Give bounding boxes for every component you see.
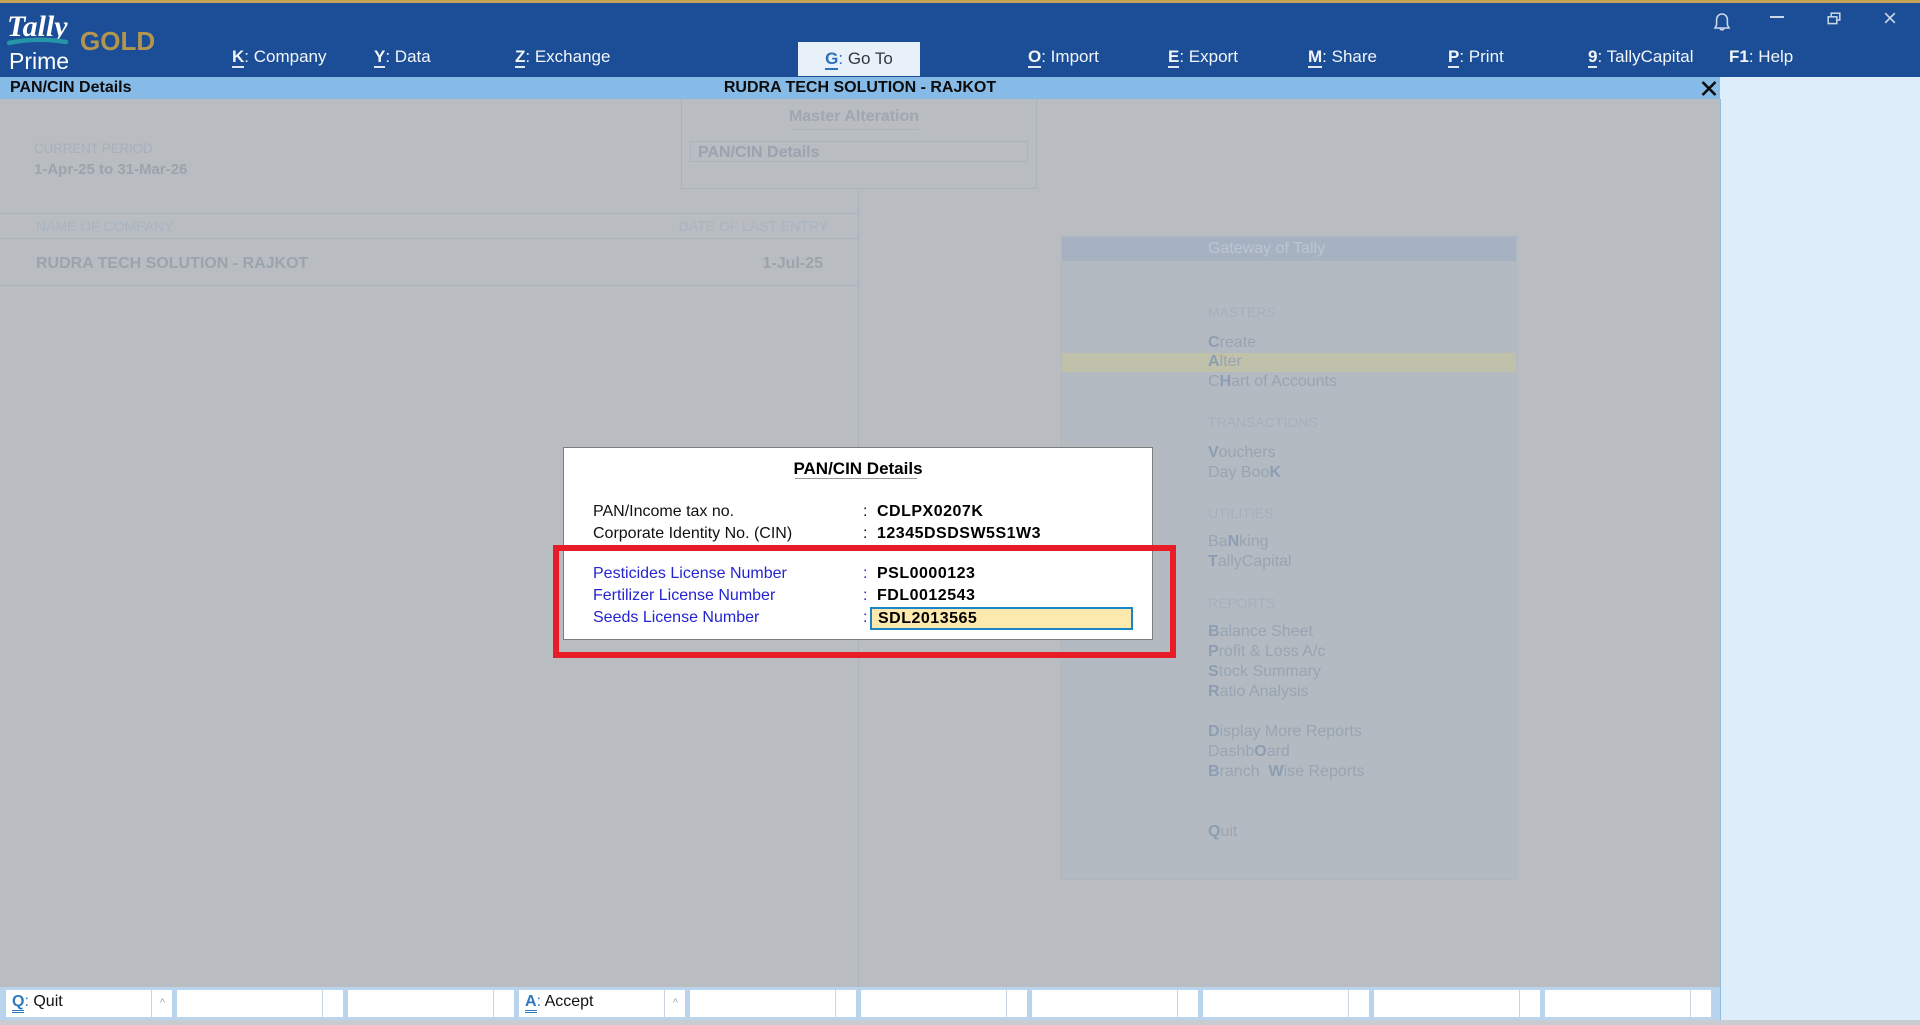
svg-text:Prime: Prime — [9, 48, 69, 74]
svg-text:GOLD: GOLD — [80, 26, 155, 56]
